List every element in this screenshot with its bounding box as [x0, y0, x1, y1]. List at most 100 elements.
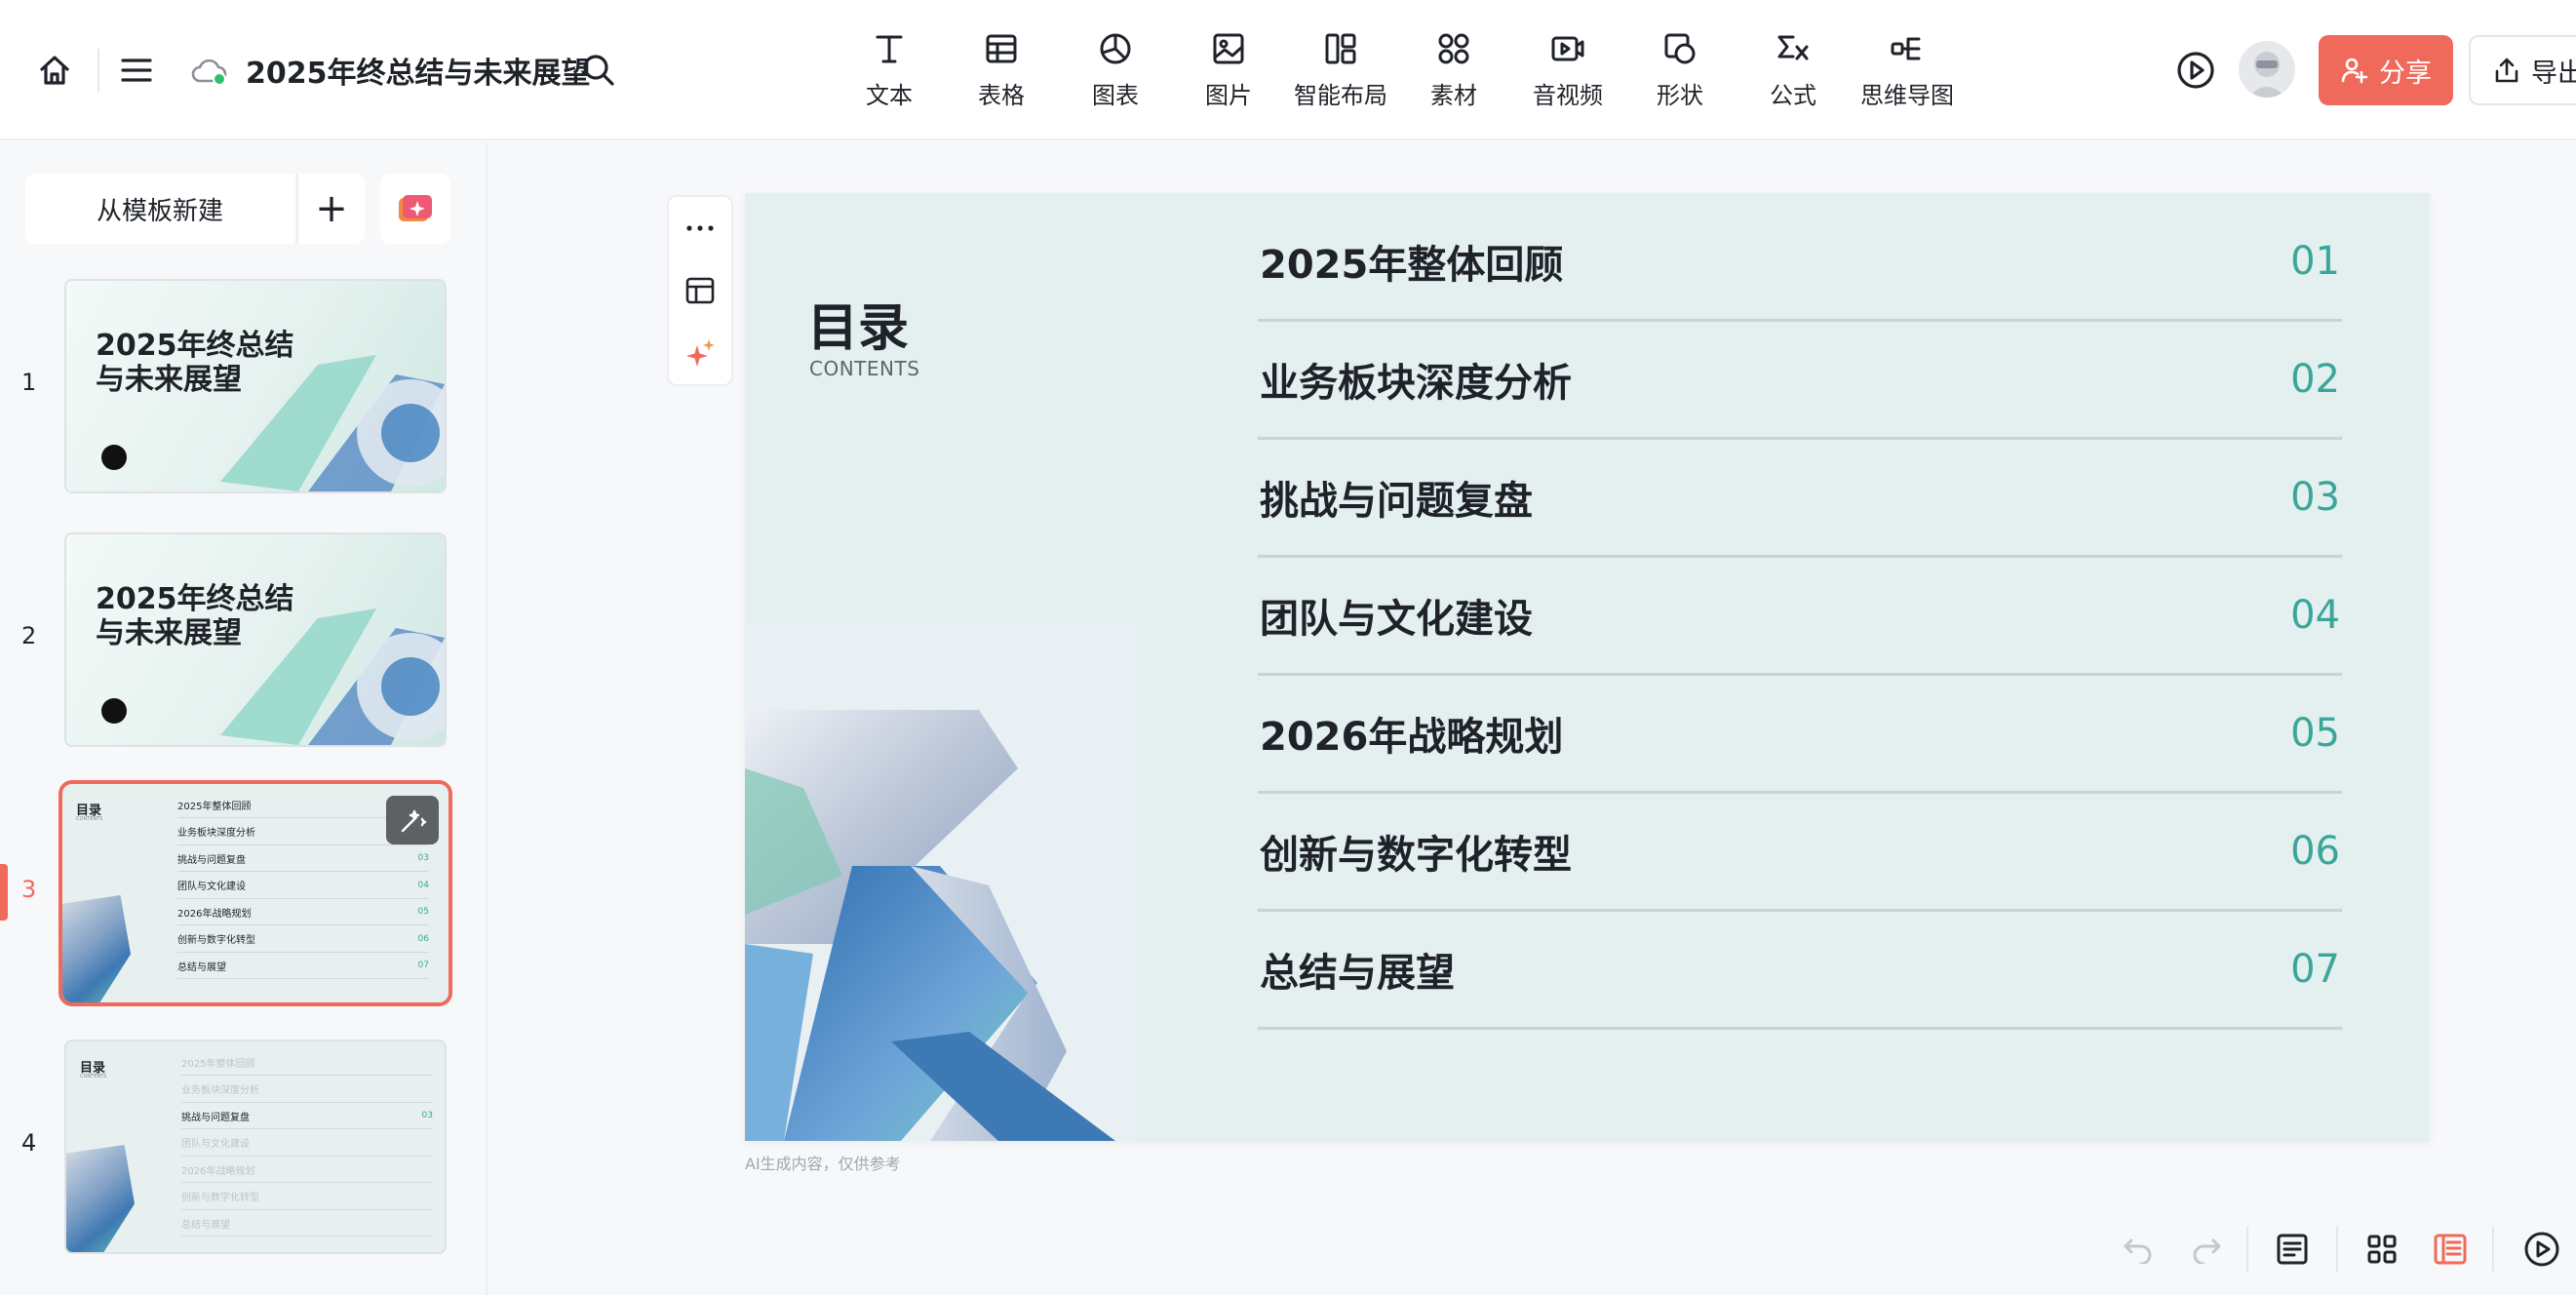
- tool-mindmap[interactable]: 思维导图: [1854, 27, 1961, 110]
- slide-canvas[interactable]: 目录 CONTENTS 2025年整体回顾 01 业务板块深度分析 02 挑战与问题复盘…: [745, 193, 2430, 1141]
- toc-item[interactable]: 挑战与问题复盘 03: [1258, 439, 2342, 558]
- toc-item-number: 03: [2290, 474, 2340, 520]
- toc-item[interactable]: 2026年战略规划 05: [1258, 675, 2342, 794]
- slide-thumbnail-3[interactable]: 目录 CONTENTS 2025年整体回顾 业务板块深度分析 挑战与问题复盘 03 团队…: [59, 780, 452, 1006]
- undo-icon[interactable]: [2114, 1225, 2163, 1274]
- table-icon: [980, 27, 1023, 70]
- export-button[interactable]: 导出: [2469, 35, 2576, 105]
- thumbnail-row: 创新与数字化转型 06: [177, 926, 429, 953]
- slide-thumbnail-4[interactable]: 目录 CONTENTS 2025年整体回顾 业务板块深度分析 挑战与问题复盘 03 团队…: [64, 1040, 447, 1254]
- add-slide-button[interactable]: +: [296, 174, 365, 244]
- thumbnail-row: 团队与文化建设 04: [177, 873, 429, 899]
- menu-icon[interactable]: [115, 49, 158, 92]
- grid-view-icon[interactable]: [2358, 1225, 2406, 1274]
- slide-title[interactable]: 目录: [807, 287, 909, 360]
- thumbnail-row-label: 团队与文化建设: [181, 1139, 250, 1150]
- cloud-saved-icon: [187, 51, 230, 90]
- chart-icon: [1094, 27, 1137, 70]
- tool-shape[interactable]: 形状: [1626, 27, 1734, 110]
- divider: [2246, 1227, 2248, 1272]
- tool-image[interactable]: 图片: [1175, 27, 1282, 110]
- toc-item[interactable]: 总结与展望 07: [1258, 911, 2342, 1030]
- thumbnail-row-label: 挑战与问题复盘: [177, 854, 246, 866]
- toc-item-number: 06: [2290, 828, 2340, 874]
- avatar[interactable]: [2239, 41, 2295, 98]
- thumbnail-row-label: 2026年战略规划: [177, 908, 252, 920]
- tool-assets[interactable]: 素材: [1400, 27, 1507, 110]
- thumbnail-title-line: 与未来展望: [96, 362, 242, 397]
- thumbnail-title-line: 与未来展望: [96, 615, 242, 650]
- toc-item-number: 01: [2290, 238, 2340, 284]
- tool-label: 文本: [866, 82, 913, 109]
- slide-side-toolbar: [667, 195, 733, 386]
- ai-generate-button[interactable]: [380, 174, 450, 244]
- ai-edit-tool[interactable]: [386, 796, 439, 844]
- tool-label: 图片: [1205, 82, 1252, 109]
- slide-subtitle[interactable]: CONTENTS: [809, 357, 919, 380]
- thumbnail-row-label: 总结与展望: [181, 1219, 230, 1231]
- slide-thumbnail-1[interactable]: 2025年终总结 与未来展望: [64, 279, 447, 493]
- slide-thumbnail-2[interactable]: 2025年终总结 与未来展望: [64, 532, 447, 747]
- thumbnail-row: 总结与展望: [181, 1210, 433, 1236]
- thumbnail-row: 2026年战略规划 05: [177, 899, 429, 925]
- new-from-template-button[interactable]: 从模板新建: [25, 174, 294, 244]
- tool-label: 思维导图: [1860, 82, 1954, 109]
- thumbnail-row: 团队与文化建设: [181, 1130, 433, 1157]
- tool-smart-layout[interactable]: 智能布局: [1287, 27, 1394, 110]
- toc-item[interactable]: 创新与数字化转型 06: [1258, 793, 2342, 912]
- thumbnail-title: 2025年终总结 与未来展望: [96, 329, 294, 397]
- thumbnail-row-label: 总结与展望: [177, 961, 226, 973]
- present-icon[interactable]: [2517, 1225, 2566, 1274]
- ai-disclaimer: AI生成内容，仅供参考: [745, 1155, 901, 1173]
- tool-media[interactable]: 音视频: [1514, 27, 1621, 110]
- toc-item-number: 07: [2290, 946, 2340, 992]
- document-title[interactable]: 2025年终总结与未来展望: [246, 49, 591, 92]
- toc-item[interactable]: 团队与文化建设 04: [1258, 557, 2342, 676]
- tool-text[interactable]: 文本: [836, 27, 943, 110]
- ai-spark-icon: [399, 195, 432, 221]
- slide-number: 4: [21, 1129, 37, 1157]
- thumbnail-row-label: 创新与数字化转型: [177, 935, 255, 946]
- toc-item[interactable]: 2025年整体回顾 01: [1258, 203, 2342, 322]
- tool-formula[interactable]: 公式: [1739, 27, 1847, 110]
- thumbnail-row-number: 07: [417, 961, 429, 970]
- play-icon[interactable]: [2174, 49, 2217, 92]
- divider: [2336, 1227, 2338, 1272]
- toc-item-number: 04: [2290, 592, 2340, 638]
- normal-view-icon[interactable]: [2426, 1225, 2475, 1274]
- thumbnail-row-number: 03: [417, 853, 429, 863]
- thumbnail-row: 业务板块深度分析: [181, 1077, 433, 1103]
- thumbnail-row: 总结与展望 07: [177, 953, 429, 979]
- share-button[interactable]: 分享: [2319, 35, 2453, 105]
- assets-icon: [1432, 27, 1475, 70]
- mindmap-icon: [1886, 27, 1929, 70]
- search-icon[interactable]: [577, 49, 620, 92]
- thumbnail-row-label: 2026年战略规划: [181, 1165, 255, 1177]
- export-icon: [2495, 58, 2518, 83]
- notes-icon[interactable]: [2268, 1225, 2317, 1274]
- toc-item-label: 总结与展望: [1260, 950, 1455, 996]
- share-label: 分享: [2379, 58, 2432, 89]
- home-icon[interactable]: [33, 49, 76, 92]
- smart-layout-icon: [1319, 27, 1362, 70]
- selected-indicator: [0, 864, 8, 921]
- thumbnail-row: 挑战与问题复盘 03: [181, 1103, 433, 1129]
- thumbnail-title-line: 2025年终总结: [96, 329, 294, 363]
- thumbnail-row-label: 业务板块深度分析: [177, 828, 255, 839]
- thumbnail-toc: 目录 CONTENTS 2025年整体回顾 业务板块深度分析 挑战与问题复盘 03 团队…: [62, 784, 449, 1002]
- toc-item[interactable]: 业务板块深度分析 02: [1258, 321, 2342, 440]
- layout-icon[interactable]: [669, 259, 731, 322]
- thumbnail-title-line: 2025年终总结: [96, 582, 294, 616]
- more-icon[interactable]: [669, 197, 731, 259]
- text-icon: [868, 27, 911, 70]
- toc-item-label: 挑战与问题复盘: [1260, 478, 1533, 524]
- divider: [98, 49, 99, 92]
- thumbnail-row-label: 团队与文化建设: [177, 882, 246, 892]
- ai-sparkle-icon[interactable]: [669, 322, 731, 384]
- thumbnail-row-label: 业务板块深度分析: [181, 1085, 259, 1096]
- redo-icon[interactable]: [2182, 1225, 2231, 1274]
- glass-blocks-decoration[interactable]: [745, 622, 1135, 1141]
- tool-table[interactable]: 表格: [948, 27, 1055, 110]
- thumbnail-dot: [101, 445, 127, 470]
- tool-chart[interactable]: 图表: [1062, 27, 1169, 110]
